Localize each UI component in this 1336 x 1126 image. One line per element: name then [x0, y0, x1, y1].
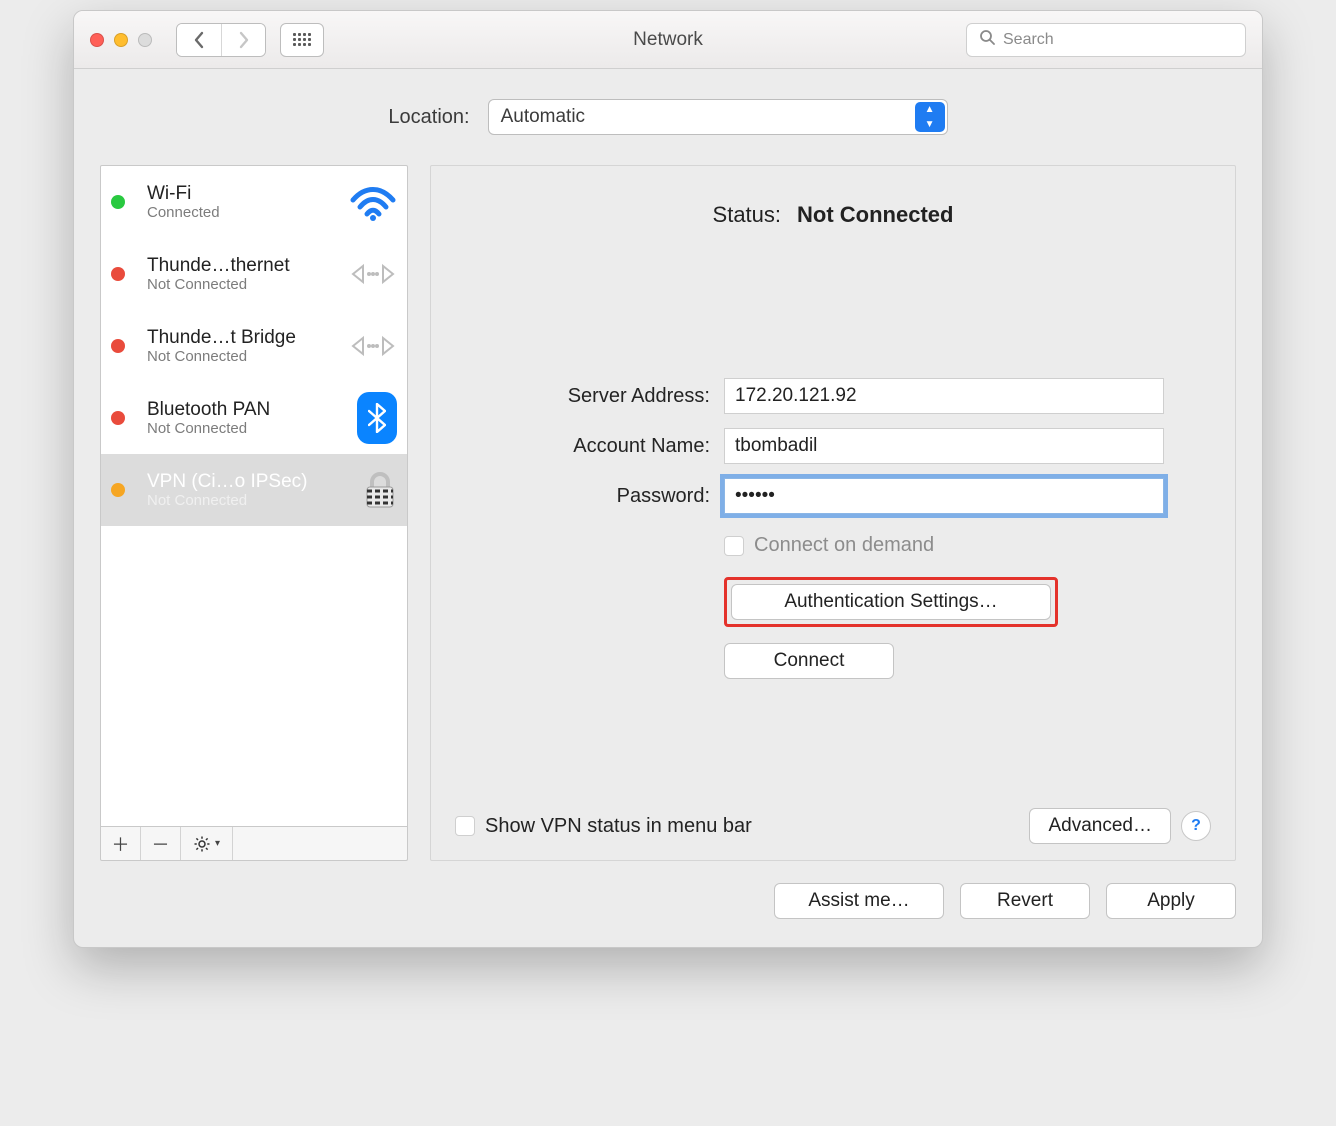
- status-value: Not Connected: [797, 202, 953, 228]
- password-input[interactable]: [724, 478, 1164, 514]
- search-placeholder: Search: [1003, 31, 1054, 49]
- assist-me-button[interactable]: Assist me…: [774, 883, 944, 919]
- location-row: Location: Automatic ▲▼: [74, 69, 1262, 155]
- search-icon: [979, 29, 995, 50]
- minimize-button[interactable]: [114, 33, 128, 47]
- chevron-down-icon: ▾: [215, 838, 220, 849]
- status-row: Status: Not Connected: [455, 202, 1211, 228]
- connect-on-demand-label: Connect on demand: [754, 534, 934, 557]
- wifi-icon: [349, 182, 397, 222]
- location-label: Location:: [388, 106, 469, 129]
- status-dot-icon: [111, 483, 125, 497]
- status-dot-icon: [111, 267, 125, 281]
- lock-icon: [363, 471, 397, 509]
- interface-name: Thunde…t Bridge: [147, 327, 329, 349]
- interface-status: Not Connected: [147, 492, 329, 509]
- interface-status: Connected: [147, 204, 329, 221]
- interface-name: VPN (Ci…o IPSec): [147, 471, 329, 493]
- sidebar-item-vpn[interactable]: VPN (Ci…o IPSec) Not Connected: [101, 454, 407, 526]
- authentication-settings-button[interactable]: Authentication Settings…: [731, 584, 1051, 620]
- titlebar: Network Search: [74, 11, 1262, 69]
- detail-pane: Status: Not Connected Server Address: Ac…: [430, 165, 1236, 861]
- close-button[interactable]: [90, 33, 104, 47]
- status-label: Status:: [713, 202, 781, 228]
- revert-button[interactable]: Revert: [960, 883, 1090, 919]
- back-button[interactable]: [177, 24, 221, 56]
- location-value: Automatic: [501, 106, 585, 128]
- server-address-label: Server Address:: [455, 385, 710, 408]
- stepper-icon: ▲▼: [915, 102, 945, 132]
- bluetooth-icon: [357, 392, 397, 444]
- sidebar-footer: ＋ － ▾: [100, 827, 408, 861]
- interface-name: Bluetooth PAN: [147, 399, 329, 421]
- status-dot-icon: [111, 411, 125, 425]
- account-name-label: Account Name:: [455, 435, 710, 458]
- apply-button[interactable]: Apply: [1106, 883, 1236, 919]
- gear-icon: [193, 835, 211, 853]
- show-vpn-status-label: Show VPN status in menu bar: [485, 815, 752, 838]
- zoom-button[interactable]: [138, 33, 152, 47]
- interface-status: Not Connected: [147, 420, 329, 437]
- bottom-bar: Assist me… Revert Apply: [74, 875, 1262, 947]
- interfaces-list: Wi-Fi Connected: [100, 165, 408, 827]
- vpn-form: Server Address: Account Name: Password: …: [455, 378, 1211, 679]
- interface-status: Not Connected: [147, 348, 329, 365]
- grid-icon: [293, 33, 311, 46]
- remove-interface-button[interactable]: －: [141, 827, 181, 860]
- sidebar-item-thunderbolt-bridge[interactable]: Thunde…t Bridge Not Connected: [101, 310, 407, 382]
- interface-status: Not Connected: [147, 276, 329, 293]
- sidebar-item-bluetooth-pan[interactable]: Bluetooth PAN Not Connected: [101, 382, 407, 454]
- sidebar-item-thunderbolt-ethernet[interactable]: Thunde…thernet Not Connected: [101, 238, 407, 310]
- interface-actions-menu[interactable]: ▾: [181, 827, 233, 860]
- add-interface-button[interactable]: ＋: [101, 827, 141, 860]
- ethernet-icon: [349, 329, 397, 363]
- sidebar-item-wifi[interactable]: Wi-Fi Connected: [101, 166, 407, 238]
- show-all-button[interactable]: [280, 23, 324, 57]
- password-label: Password:: [455, 485, 710, 508]
- detail-footer: Show VPN status in menu bar Advanced… ?: [455, 768, 1211, 844]
- status-dot-icon: [111, 339, 125, 353]
- ethernet-icon: [349, 257, 397, 291]
- connect-button[interactable]: Connect: [724, 643, 894, 679]
- highlight-annotation: Authentication Settings…: [724, 577, 1058, 627]
- show-vpn-status-checkbox[interactable]: [455, 816, 475, 836]
- window-controls: [90, 33, 152, 47]
- search-field[interactable]: Search: [966, 23, 1246, 57]
- status-dot-icon: [111, 195, 125, 209]
- interfaces-sidebar: Wi-Fi Connected: [100, 165, 408, 861]
- advanced-button[interactable]: Advanced…: [1029, 808, 1171, 844]
- main-area: Wi-Fi Connected: [74, 155, 1262, 875]
- network-prefs-window: Network Search Location: Automatic ▲▼: [73, 10, 1263, 948]
- nav-back-forward: [176, 23, 266, 57]
- server-address-input[interactable]: [724, 378, 1164, 414]
- chevron-right-icon: [238, 31, 250, 49]
- interface-name: Wi-Fi: [147, 183, 329, 205]
- connect-on-demand-row: Connect on demand: [724, 534, 1211, 557]
- location-select[interactable]: Automatic ▲▼: [488, 99, 948, 135]
- interface-name: Thunde…thernet: [147, 255, 329, 277]
- connect-on-demand-checkbox[interactable]: [724, 536, 744, 556]
- forward-button[interactable]: [221, 24, 265, 56]
- account-name-input[interactable]: [724, 428, 1164, 464]
- chevron-left-icon: [193, 31, 205, 49]
- help-button[interactable]: ?: [1181, 811, 1211, 841]
